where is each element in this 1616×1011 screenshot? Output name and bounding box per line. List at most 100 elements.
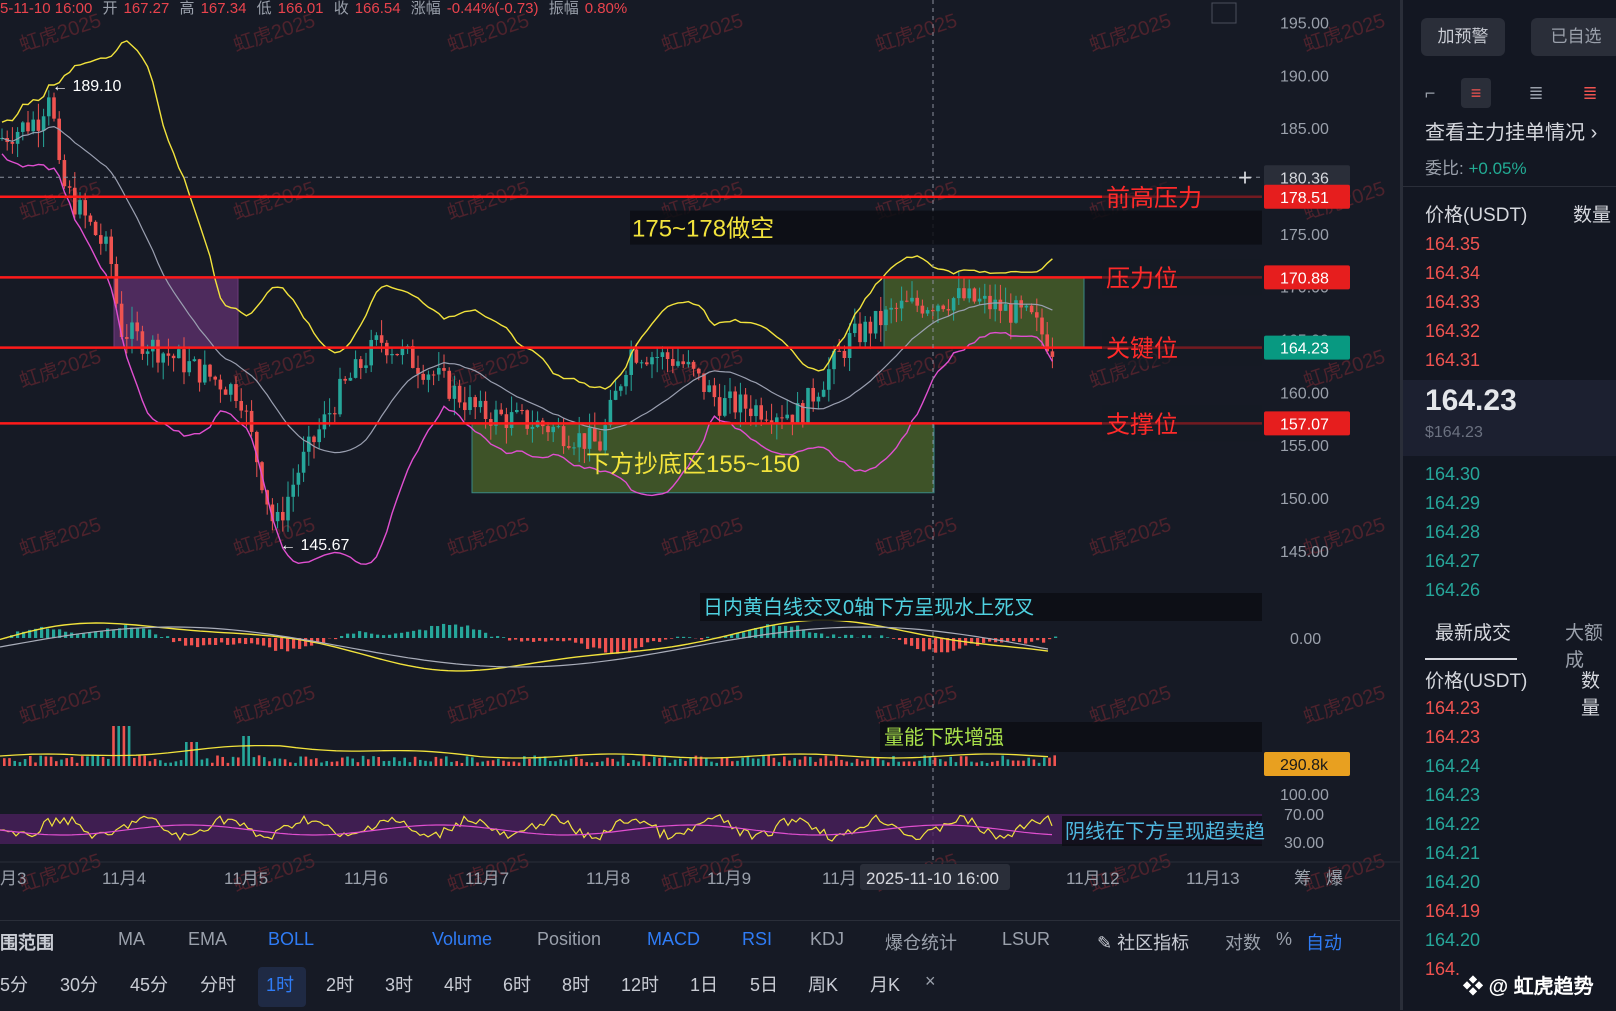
tf-4h[interactable]: 4时 bbox=[444, 971, 472, 997]
percent-toggle[interactable]: % bbox=[1276, 929, 1292, 950]
candle-body bbox=[354, 359, 358, 378]
ask-row[interactable]: 164.32 bbox=[1425, 321, 1480, 342]
volume-bar bbox=[19, 762, 22, 766]
volume-bar bbox=[819, 758, 822, 766]
bid-row[interactable]: 164.29 bbox=[1425, 493, 1480, 514]
range-selector[interactable]: 围范围 bbox=[0, 929, 54, 955]
candle-body bbox=[193, 359, 197, 361]
tab-large-trades[interactable]: 大额成 bbox=[1565, 618, 1616, 672]
volume-bar bbox=[39, 756, 42, 766]
volume-bar bbox=[653, 757, 656, 766]
tf-5d[interactable]: 5日 bbox=[750, 971, 778, 997]
bid-row[interactable]: 164.27 bbox=[1425, 551, 1480, 572]
ask-row[interactable]: 164.33 bbox=[1425, 292, 1480, 313]
indicator-volume[interactable]: Volume bbox=[432, 929, 492, 950]
tf-1d[interactable]: 1日 bbox=[690, 971, 718, 997]
rsi-tick-label: 100.00 bbox=[1280, 787, 1329, 804]
indicator-ma[interactable]: MA bbox=[118, 929, 145, 950]
indicator-ema[interactable]: EMA bbox=[188, 929, 227, 950]
indicator-macd[interactable]: MACD bbox=[647, 929, 700, 950]
volume-bar bbox=[570, 759, 573, 766]
volume-bar bbox=[757, 759, 760, 766]
volume-bar bbox=[190, 742, 193, 766]
trade-row[interactable]: 164.21 bbox=[1425, 843, 1480, 864]
volume-bar bbox=[497, 759, 500, 766]
indicator-kdj[interactable]: KDJ bbox=[810, 929, 844, 950]
indicator-position[interactable]: Position bbox=[537, 929, 601, 950]
bid-row[interactable]: 164.28 bbox=[1425, 522, 1480, 543]
macd-histogram-bar bbox=[100, 631, 103, 638]
main-orders-label: 查看主力挂单情况 bbox=[1425, 122, 1585, 144]
indicator-lsur[interactable]: LSUR bbox=[1002, 929, 1050, 950]
tf-2h[interactable]: 2时 bbox=[326, 971, 354, 997]
indicator-liquidation[interactable]: 爆仓统计 bbox=[885, 929, 957, 955]
volume-bar bbox=[502, 761, 505, 766]
candle-body bbox=[650, 357, 654, 364]
trade-row[interactable]: 164.20 bbox=[1425, 930, 1480, 951]
trade-row[interactable]: 164.23 bbox=[1425, 727, 1480, 748]
watermark-text: 虹虎2025 bbox=[658, 513, 745, 561]
favorited-button[interactable]: 已自选 bbox=[1531, 18, 1616, 56]
volume-bar bbox=[331, 762, 334, 766]
volume-bar bbox=[487, 761, 490, 766]
trade-row[interactable]: 164.22 bbox=[1425, 814, 1480, 835]
macd-histogram-bar bbox=[496, 636, 499, 638]
trade-row[interactable]: 164.20 bbox=[1425, 872, 1480, 893]
tf-12h[interactable]: 12时 bbox=[621, 971, 659, 997]
tf-1h[interactable]: 1时 bbox=[266, 971, 294, 997]
tf-30m[interactable]: 30分 bbox=[60, 971, 98, 997]
auto-scale-toggle[interactable]: 自动 bbox=[1306, 929, 1342, 955]
book-asks-icon[interactable]: ≣ bbox=[1575, 78, 1605, 108]
book-both-icon[interactable]: ≡ bbox=[1461, 78, 1491, 108]
trade-row[interactable]: 164. bbox=[1425, 959, 1460, 980]
tf-line[interactable]: 分时 bbox=[200, 971, 236, 997]
ask-row[interactable]: 164.31 bbox=[1425, 350, 1480, 371]
indicator-boll[interactable]: BOLL bbox=[268, 929, 314, 950]
trade-row[interactable]: 164.24 bbox=[1425, 756, 1480, 777]
macd-histogram-bar bbox=[400, 633, 403, 638]
trade-row[interactable]: 164.19 bbox=[1425, 901, 1480, 922]
macd-histogram-bar bbox=[364, 632, 367, 638]
bid-row[interactable]: 164.30 bbox=[1425, 464, 1480, 485]
add-alert-button[interactable]: 加预警 bbox=[1421, 18, 1505, 56]
volume-bar bbox=[762, 756, 765, 766]
macd-histogram-bar bbox=[460, 627, 463, 638]
tf-3h[interactable]: 3时 bbox=[385, 971, 413, 997]
ask-row[interactable]: 164.34 bbox=[1425, 263, 1480, 284]
candle-body bbox=[156, 340, 160, 363]
main-chart-svg[interactable]: 虹虎2025虹虎2025虹虎2025虹虎2025虹虎2025虹虎2025虹虎20… bbox=[0, 0, 1400, 920]
candle-body bbox=[99, 235, 103, 244]
candle-body bbox=[1051, 351, 1055, 357]
log-scale-toggle[interactable]: 对数 bbox=[1225, 929, 1261, 955]
candle-body bbox=[1040, 318, 1044, 335]
level-label: 支撑位 bbox=[1106, 411, 1178, 438]
main-orders-link[interactable]: 查看主力挂单情况 › bbox=[1425, 116, 1597, 145]
watermark-text: 虹虎2025 bbox=[16, 681, 103, 729]
macd-histogram-bar bbox=[1006, 638, 1009, 641]
volume-bar bbox=[455, 761, 458, 766]
candle-body bbox=[910, 298, 914, 302]
volume-bar bbox=[409, 762, 412, 766]
tf-week[interactable]: 周K bbox=[808, 971, 838, 997]
book-bids-icon[interactable]: ≣ bbox=[1521, 78, 1551, 108]
tf-8h[interactable]: 8时 bbox=[562, 971, 590, 997]
tab-latest-trades[interactable]: 最新成交 bbox=[1435, 618, 1511, 645]
macd-histogram-bar bbox=[1012, 638, 1015, 641]
macd-histogram-bar bbox=[892, 638, 895, 639]
tf-6h[interactable]: 6时 bbox=[503, 971, 531, 997]
trade-row[interactable]: 164.23 bbox=[1425, 698, 1480, 719]
trade-row[interactable]: 164.23 bbox=[1425, 785, 1480, 806]
chart-area[interactable]: 虹虎2025虹虎2025虹虎2025虹虎2025虹虎2025虹虎2025虹虎20… bbox=[0, 0, 1400, 920]
indicator-rsi[interactable]: RSI bbox=[742, 929, 772, 950]
tf-5m[interactable]: 5分 bbox=[0, 971, 28, 997]
candle-body bbox=[926, 310, 930, 313]
community-indicators[interactable]: ✎ 社区指标 bbox=[1097, 929, 1189, 955]
depth-view-icon[interactable]: ⌐ bbox=[1415, 78, 1445, 108]
candle-body bbox=[73, 188, 77, 215]
ask-row[interactable]: 164.35 bbox=[1425, 234, 1480, 255]
tf-45m[interactable]: 45分 bbox=[130, 971, 168, 997]
close-timeframes-icon[interactable]: × bbox=[925, 971, 936, 992]
bid-row[interactable]: 164.26 bbox=[1425, 580, 1480, 601]
tf-month[interactable]: 月K bbox=[870, 971, 900, 997]
candle-body bbox=[827, 369, 831, 390]
